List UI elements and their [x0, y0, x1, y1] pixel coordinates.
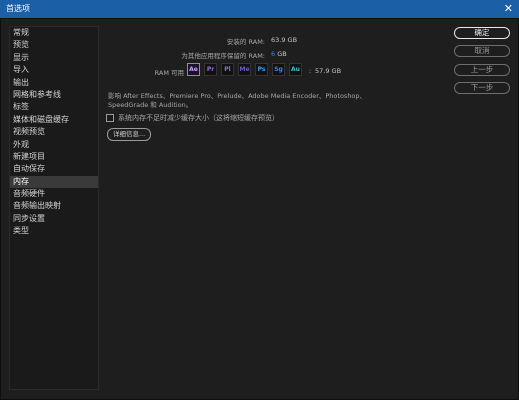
window-title: 首选项 [6, 4, 30, 13]
pr-icon-label: Pr [206, 66, 215, 73]
previous-button[interactable]: 上一步 [454, 64, 510, 76]
sidebar-item-audio-output-mapping[interactable]: 音频输出映射 [10, 200, 98, 212]
next-button[interactable]: 下一步 [454, 82, 510, 94]
app-icons: Ae Pr Pl Me Ps Sg Au [187, 63, 302, 77]
sidebar-item-type[interactable]: 类型 [10, 225, 98, 237]
sidebar-item-import[interactable]: 导入 [10, 64, 98, 76]
reduce-cache-label: 系统内存不足时减少缓存大小（这将缩短缓存预览） [118, 114, 279, 122]
sidebar-item-appearance[interactable]: 外观 [10, 139, 98, 151]
sidebar-item-auto-save[interactable]: 自动保存 [10, 163, 98, 175]
pl-icon-label: Pl [224, 66, 231, 73]
affects-apps-text-line2: SpeedGrade 和 Audition。 [108, 101, 193, 109]
available-ram-value: 57.9 GB [315, 67, 342, 75]
sidebar-item-new-project[interactable]: 新建项目 [10, 151, 98, 163]
title-bar: 首选项 ✕ [0, 0, 519, 18]
sg-icon-label: Sg [274, 66, 283, 73]
memory-panel: 安装的 RAM: 63.9 GB 为其他应用程序保留的 RAM: 6 GB RA… [105, 26, 440, 286]
sidebar-item-labels[interactable]: 标签 [10, 101, 98, 113]
sg-app-icon[interactable]: Sg [272, 63, 285, 76]
ok-button[interactable]: 确定 [454, 27, 510, 39]
installed-ram-label: 安装的 RAM: [226, 38, 265, 46]
reduce-cache-checkbox[interactable] [106, 114, 114, 122]
au-app-icon[interactable]: Au [289, 63, 302, 76]
available-ram-label: RAM 可用 [154, 69, 184, 77]
sidebar-item-media-disk-cache[interactable]: 媒体和磁盘缓存 [10, 114, 98, 126]
reserved-ram-label: 为其他应用程序保留的 RAM: [181, 52, 265, 60]
sidebar-item-audio-hardware[interactable]: 音频硬件 [10, 188, 98, 200]
ae-app-icon[interactable]: Ae [187, 63, 200, 76]
sidebar-item-memory[interactable]: 内存 [10, 175, 98, 189]
me-app-icon[interactable]: Me [238, 63, 251, 76]
pr-app-icon[interactable]: Pr [204, 63, 217, 76]
reserved-ram-unit: GB [277, 50, 287, 58]
pl-app-icon[interactable]: Pl [221, 63, 234, 76]
sidebar-item-sync-settings[interactable]: 同步设置 [10, 213, 98, 225]
cancel-button[interactable]: 取消 [454, 45, 510, 57]
sidebar-item-grids-guides[interactable]: 网格和参考线 [10, 89, 98, 101]
installed-ram-value: 63.9 GB [271, 36, 298, 44]
sidebar-item-video-preview[interactable]: 视频预览 [10, 126, 98, 138]
ps-icon-label: Ps [257, 66, 266, 73]
sidebar-item-preview[interactable]: 预览 [10, 39, 98, 51]
available-ram-sep: : [309, 67, 312, 75]
me-icon-label: Me [239, 66, 250, 73]
reserved-ram-control[interactable]: 6 GB [271, 50, 287, 58]
sidebar-item-general[interactable]: 常规 [10, 27, 98, 39]
sidebar-item-display[interactable]: 显示 [10, 52, 98, 64]
ae-icon-label: Ae [189, 66, 198, 73]
au-icon-label: Au [291, 66, 300, 73]
details-button[interactable]: 详细信息... [107, 128, 152, 141]
sidebar-item-output[interactable]: 输出 [10, 77, 98, 89]
preferences-sidebar: 常规 预览 显示 导入 输出 网格和参考线 标签 媒体和磁盘缓存 视频预览 外观… [9, 26, 99, 390]
ps-app-icon[interactable]: Ps [255, 63, 268, 76]
close-icon[interactable]: ✕ [504, 0, 513, 18]
reserved-ram-value[interactable]: 6 [271, 50, 275, 58]
